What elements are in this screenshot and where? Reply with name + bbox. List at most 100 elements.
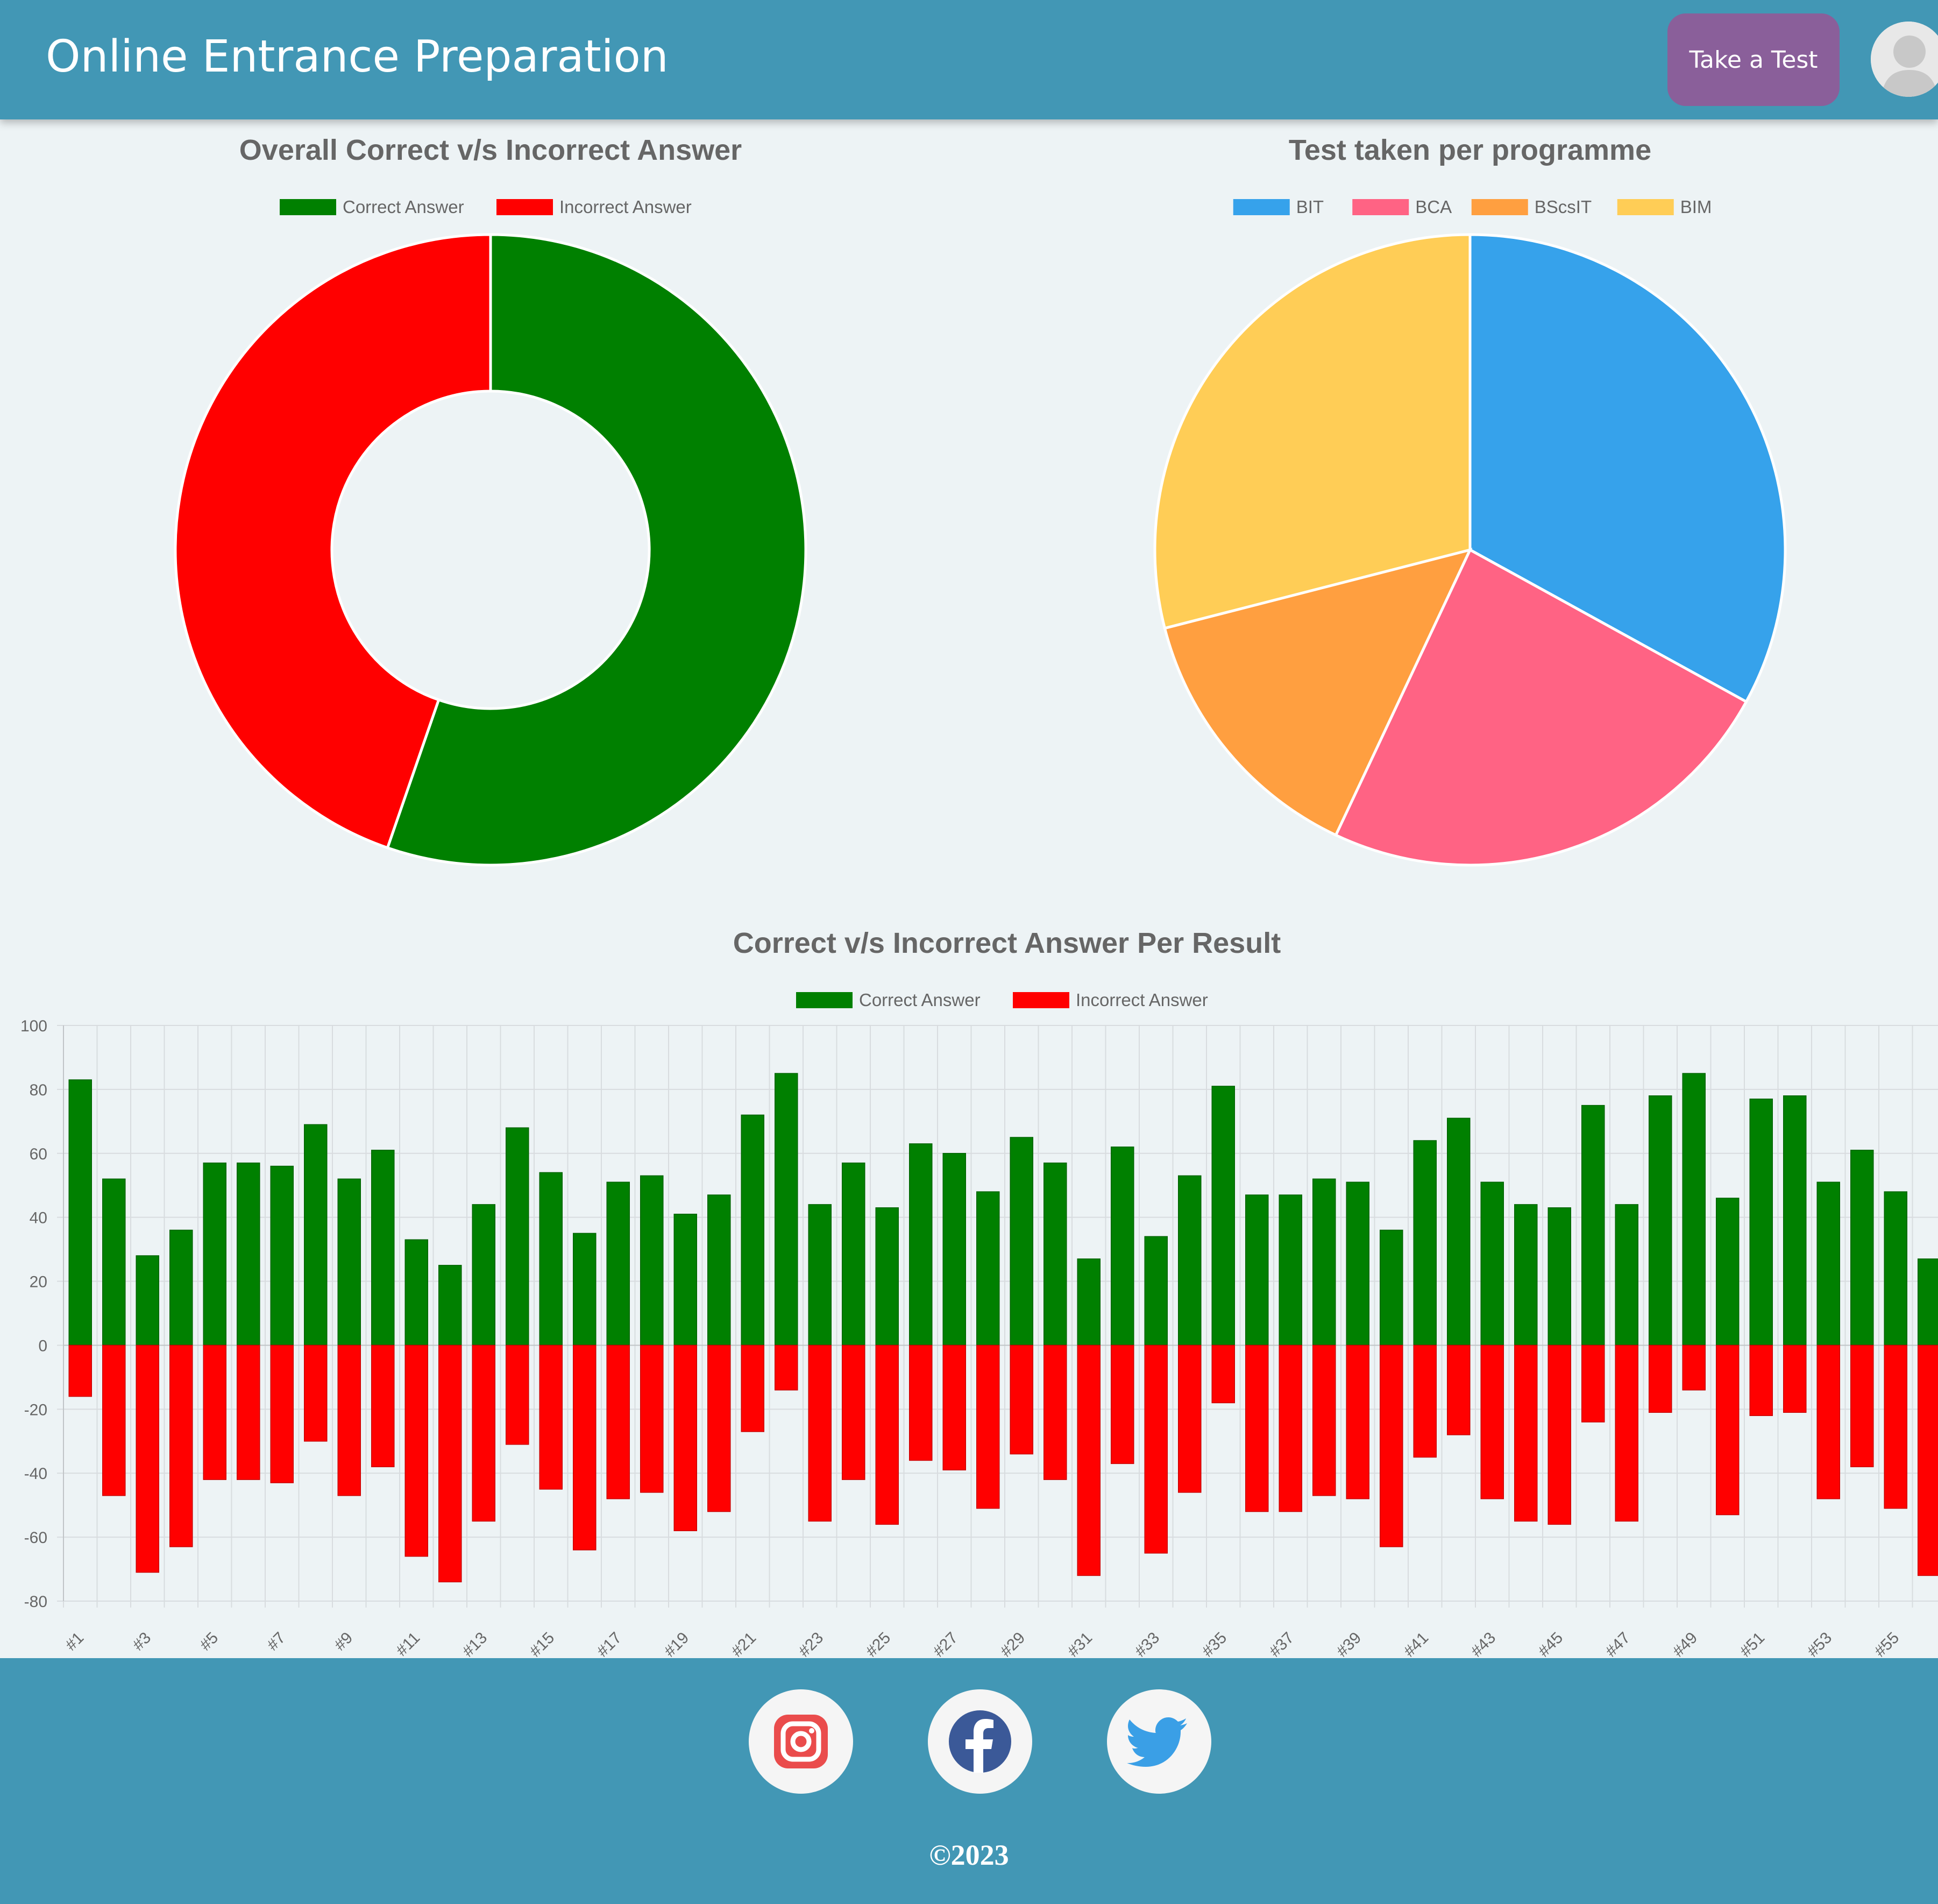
bar-incorrect[interactable] [1312,1344,1336,1496]
bar-incorrect[interactable] [136,1344,159,1573]
bar-incorrect[interactable] [169,1344,193,1547]
bar-incorrect[interactable] [1884,1344,1907,1509]
bar-incorrect[interactable] [1413,1344,1437,1458]
bar-incorrect[interactable] [741,1344,764,1432]
bar-correct[interactable] [1480,1181,1504,1346]
bar-correct[interactable] [136,1255,159,1346]
legend-swatch[interactable] [280,199,336,215]
bar-correct[interactable] [606,1181,630,1346]
bar-correct[interactable] [909,1143,933,1346]
bar-incorrect[interactable] [640,1344,664,1493]
bar-incorrect[interactable] [1380,1344,1403,1547]
bar-correct[interactable] [808,1204,832,1346]
bar-incorrect[interactable] [1178,1344,1202,1493]
bar-incorrect[interactable] [371,1344,395,1468]
bar-correct[interactable] [1816,1181,1840,1346]
bar-correct[interactable] [1615,1204,1638,1346]
bar-incorrect[interactable] [506,1344,529,1445]
bar-incorrect[interactable] [1043,1344,1067,1480]
bar-correct[interactable] [237,1162,260,1346]
bar-incorrect[interactable] [1682,1344,1706,1391]
bar-incorrect[interactable] [1581,1344,1605,1422]
bar-incorrect[interactable] [1918,1344,1938,1576]
user-avatar-icon[interactable] [1871,22,1938,97]
legend-swatch[interactable] [496,199,553,215]
bar-correct[interactable] [1514,1204,1538,1346]
bar-correct[interactable] [371,1150,395,1346]
bar-incorrect[interactable] [1547,1344,1571,1525]
bar-correct[interactable] [539,1172,563,1346]
bar-correct[interactable] [1547,1207,1571,1346]
bar-correct[interactable] [1178,1175,1202,1346]
bar-incorrect[interactable] [102,1344,126,1496]
legend-swatch[interactable] [1013,992,1069,1008]
legend-label[interactable]: BIT [1296,197,1324,217]
legend-swatch[interactable] [1233,199,1290,215]
bar-incorrect[interactable] [1716,1344,1740,1516]
bar-incorrect[interactable] [875,1344,899,1525]
bar-correct[interactable] [1682,1073,1706,1346]
bar-correct[interactable] [1783,1095,1807,1346]
bar-correct[interactable] [1111,1146,1134,1346]
bar-correct[interactable] [102,1178,126,1346]
bar-incorrect[interactable] [404,1344,428,1557]
bar-incorrect[interactable] [808,1344,832,1522]
legend-label[interactable]: Correct Answer [343,197,464,217]
legend-swatch[interactable] [1471,199,1528,215]
facebook-button[interactable] [928,1689,1032,1794]
bar-incorrect[interactable] [1010,1344,1033,1455]
bar-correct[interactable] [775,1073,798,1346]
bar-correct[interactable] [976,1191,1000,1346]
bar-incorrect[interactable] [1144,1344,1168,1554]
bar-correct[interactable] [1279,1194,1302,1346]
bar-correct[interactable] [472,1204,495,1346]
legend-label[interactable]: Incorrect Answer [1076,990,1208,1010]
bar-incorrect[interactable] [1850,1344,1874,1468]
bar-correct[interactable] [1245,1194,1269,1346]
bar-correct[interactable] [1884,1191,1907,1346]
bar-incorrect[interactable] [775,1344,798,1391]
bar-incorrect[interactable] [438,1344,462,1583]
bar-incorrect[interactable] [1749,1344,1773,1416]
bar-correct[interactable] [1581,1105,1605,1346]
bar-correct[interactable] [203,1162,226,1346]
bar-correct[interactable] [1850,1150,1874,1346]
bar-correct[interactable] [1043,1162,1067,1346]
bar-correct[interactable] [270,1165,294,1346]
bar-incorrect[interactable] [1514,1344,1538,1522]
legend-label[interactable]: BCA [1415,197,1452,217]
bar-incorrect[interactable] [1346,1344,1369,1499]
legend-label[interactable]: BScsIT [1535,197,1592,217]
bar-incorrect[interactable] [68,1344,92,1397]
bar-incorrect[interactable] [203,1344,226,1480]
bar-correct[interactable] [506,1127,529,1346]
bar-incorrect[interactable] [1279,1344,1302,1512]
bar-correct[interactable] [68,1079,92,1346]
bar-incorrect[interactable] [1615,1344,1638,1522]
bar-correct[interactable] [741,1114,764,1346]
bar-correct[interactable] [673,1213,697,1346]
bar-correct[interactable] [1346,1181,1369,1346]
bar-incorrect[interactable] [1447,1344,1471,1435]
bar-correct[interactable] [1380,1229,1403,1346]
bar-incorrect[interactable] [270,1344,294,1483]
bar-incorrect[interactable] [472,1344,495,1522]
legend-label[interactable]: BIM [1680,197,1712,217]
bar-incorrect[interactable] [606,1344,630,1499]
bar-correct[interactable] [1010,1137,1033,1346]
bar-correct[interactable] [573,1233,597,1346]
bar-correct[interactable] [404,1239,428,1346]
bar-incorrect[interactable] [1077,1344,1101,1576]
bar-incorrect[interactable] [1245,1344,1269,1512]
bar-correct[interactable] [337,1178,361,1346]
bar-incorrect[interactable] [942,1344,966,1471]
twitter-button[interactable] [1107,1689,1211,1794]
bar-correct[interactable] [169,1229,193,1346]
bar-correct[interactable] [1077,1258,1101,1346]
bar-incorrect[interactable] [1480,1344,1504,1499]
bar-correct[interactable] [1211,1086,1235,1346]
bar-correct[interactable] [1716,1198,1740,1346]
bar-incorrect[interactable] [1816,1344,1840,1499]
bar-incorrect[interactable] [1783,1344,1807,1413]
bar-correct[interactable] [304,1124,328,1346]
